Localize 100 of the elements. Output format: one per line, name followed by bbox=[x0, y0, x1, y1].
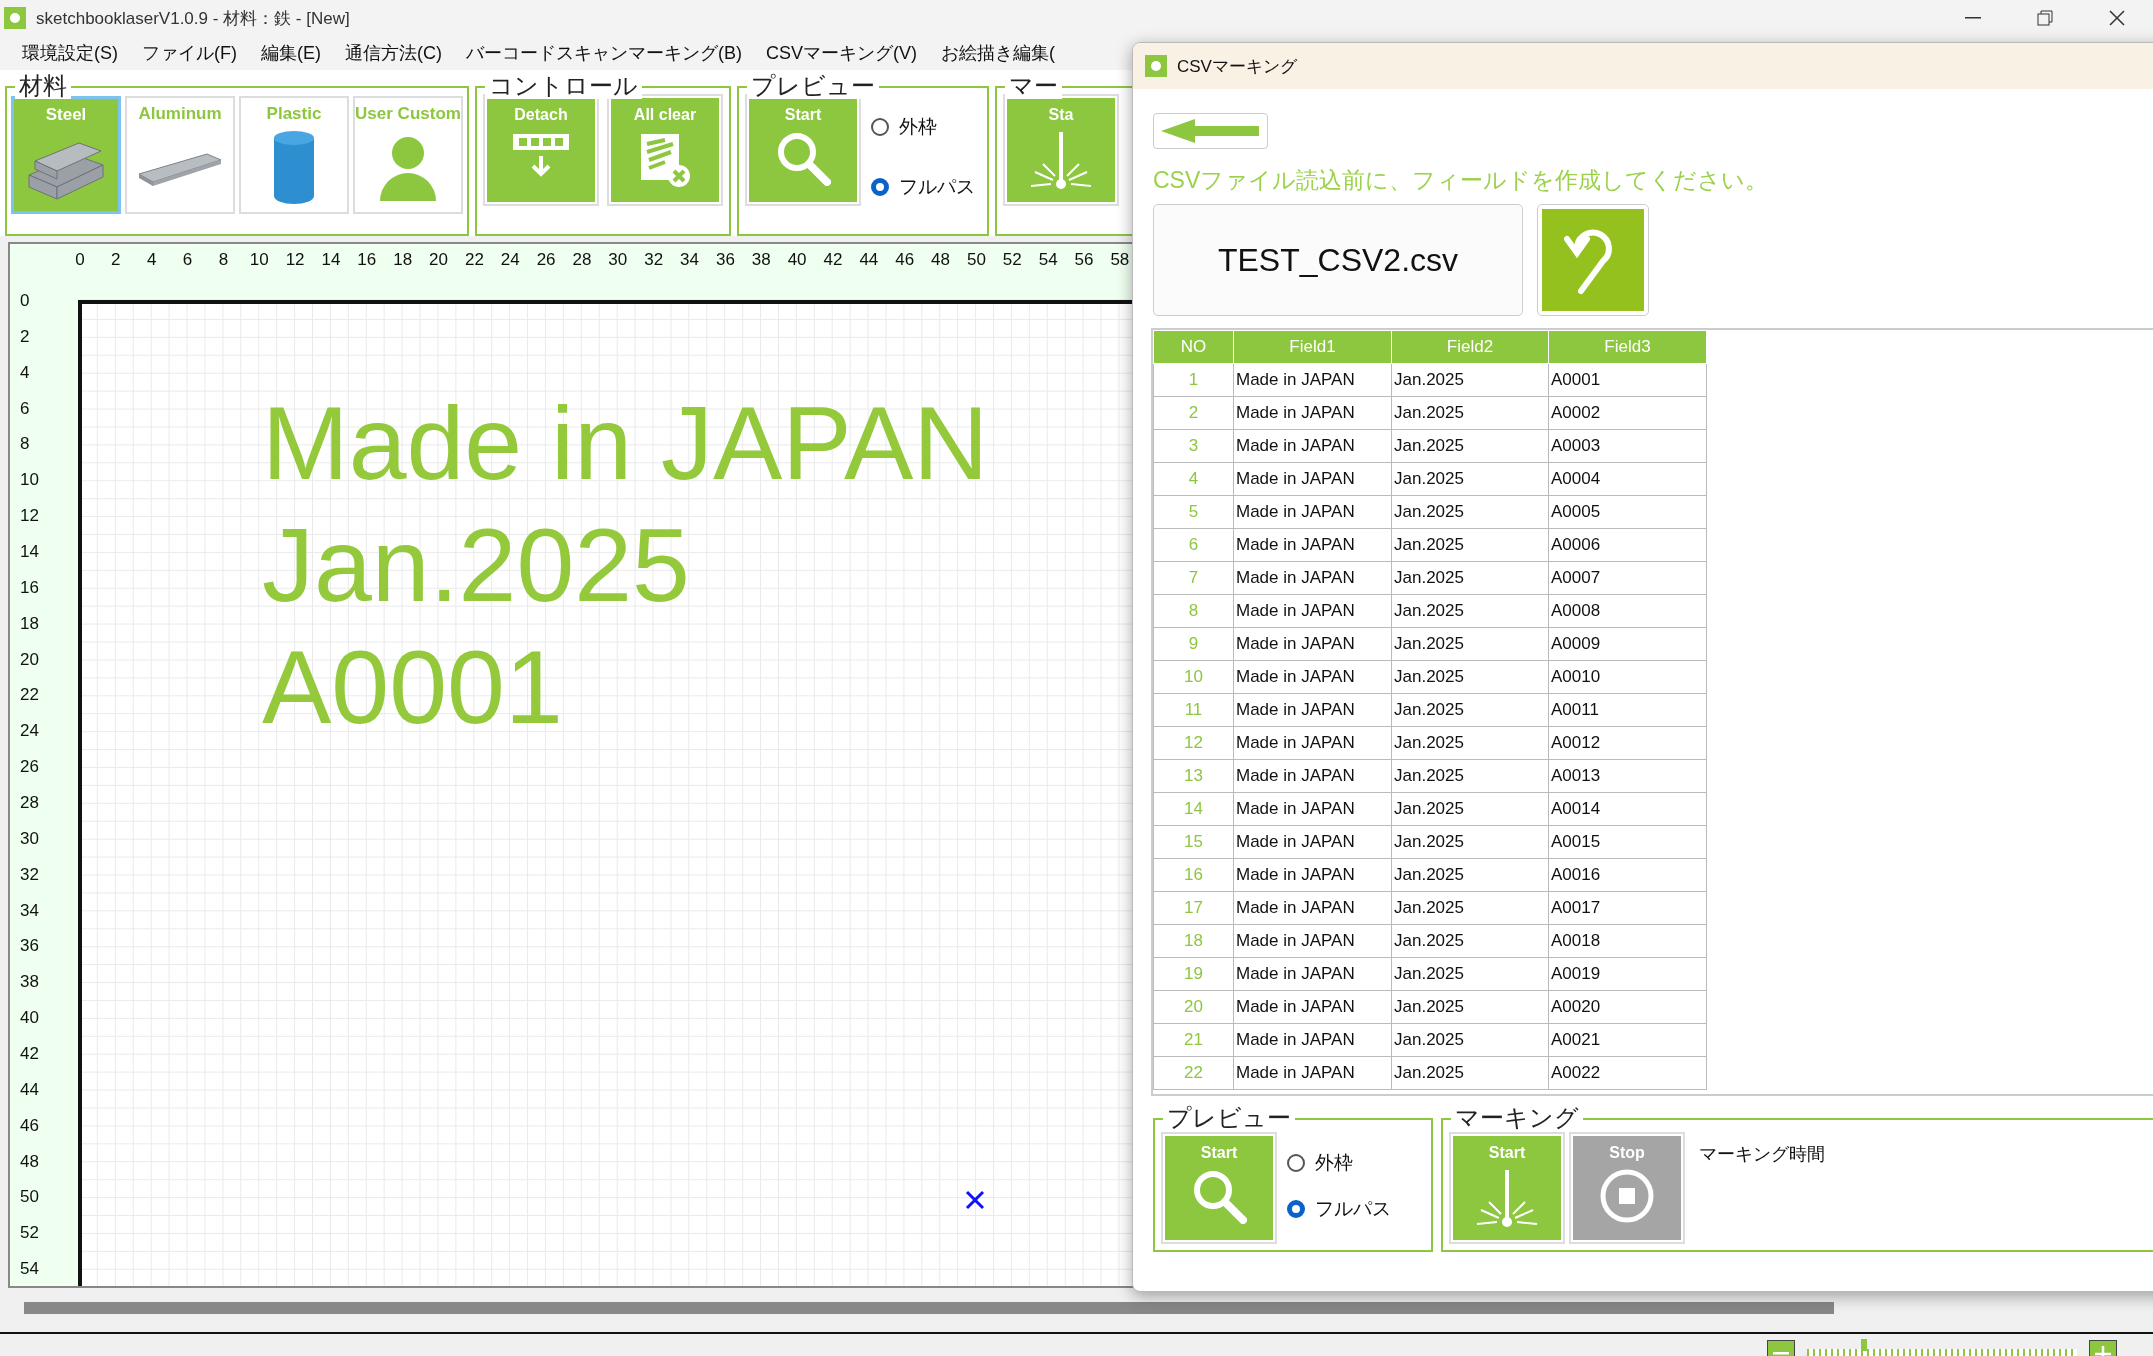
table-cell: 19 bbox=[1153, 957, 1234, 991]
table-cell: Made in JAPAN bbox=[1233, 660, 1392, 694]
table-cell: Jan.2025 bbox=[1391, 792, 1549, 826]
table-cell: A0017 bbox=[1548, 891, 1707, 925]
group-label: 材料 bbox=[15, 73, 71, 99]
ruler-label: 0 bbox=[19, 289, 31, 312]
ruler-label: 28 bbox=[19, 791, 40, 814]
ruler-label: 52 bbox=[1001, 250, 1023, 271]
ruler-label: 6 bbox=[181, 250, 194, 271]
menu-item[interactable]: 編集(E) bbox=[249, 41, 333, 65]
ruler-label: 2 bbox=[110, 250, 122, 271]
table-cell: Jan.2025 bbox=[1391, 495, 1549, 529]
table-cell: A0018 bbox=[1548, 924, 1707, 958]
table-cell: 14 bbox=[1153, 792, 1234, 826]
ruler-label: 52 bbox=[19, 1222, 40, 1245]
menu-item[interactable]: ファイル(F) bbox=[130, 41, 249, 65]
column-header[interactable]: Field3 bbox=[1548, 330, 1707, 364]
ruler-label: 54 bbox=[19, 1258, 40, 1281]
ruler-label: 26 bbox=[19, 756, 40, 779]
ruler-label: 10 bbox=[19, 469, 40, 492]
table-cell: 16 bbox=[1153, 858, 1234, 892]
scrollbar-thumb[interactable] bbox=[24, 1302, 1834, 1314]
column-header[interactable]: Field2 bbox=[1391, 330, 1549, 364]
table-cell: 7 bbox=[1153, 561, 1234, 595]
marking-text[interactable]: Made in JAPAN bbox=[262, 382, 989, 504]
file-name-field[interactable]: TEST_CSV2.csv bbox=[1153, 204, 1523, 316]
ruler-label: 44 bbox=[858, 250, 880, 271]
ruler-label: 28 bbox=[571, 250, 593, 271]
menu-item[interactable]: 通信方法(C) bbox=[333, 41, 454, 65]
dialog-title: CSVマーキング bbox=[1177, 55, 1297, 78]
app-logo-icon bbox=[4, 7, 26, 29]
ruler-label: 30 bbox=[19, 827, 40, 850]
radio-button[interactable] bbox=[871, 178, 889, 196]
ruler-label: 16 bbox=[19, 576, 40, 599]
ruler-label: 42 bbox=[822, 250, 844, 271]
ruler-label: 26 bbox=[535, 250, 557, 271]
table-cell: A0003 bbox=[1548, 429, 1707, 463]
column-header[interactable]: NO bbox=[1153, 330, 1234, 364]
ruler-label: 50 bbox=[965, 250, 987, 271]
group-label: プレビュー bbox=[747, 73, 879, 99]
ruler-label: 40 bbox=[19, 1007, 40, 1030]
app-logo-icon bbox=[1145, 55, 1167, 77]
restore-icon[interactable] bbox=[2037, 10, 2053, 26]
ruler-label: 18 bbox=[392, 250, 414, 271]
ruler-label: 6 bbox=[19, 397, 31, 420]
cylinder-icon bbox=[272, 130, 316, 206]
origin-marker-icon bbox=[965, 1190, 985, 1210]
table-cell: Made in JAPAN bbox=[1233, 759, 1392, 793]
ruler-label: 46 bbox=[894, 250, 916, 271]
table-cell: Made in JAPAN bbox=[1233, 858, 1392, 892]
table-cell: Made in JAPAN bbox=[1233, 990, 1392, 1024]
minus-icon bbox=[1773, 1352, 1789, 1356]
ruler-label: 54 bbox=[1037, 250, 1059, 271]
menu-item[interactable]: バーコードスキャンマーキング(B) bbox=[454, 41, 754, 65]
table-cell: Jan.2025 bbox=[1391, 1023, 1549, 1057]
table-cell: A0002 bbox=[1548, 396, 1707, 430]
column-header[interactable]: Field1 bbox=[1233, 330, 1392, 364]
material-tile[interactable]: Plastic bbox=[239, 96, 349, 214]
menu-item[interactable]: CSVマーキング(V) bbox=[754, 41, 929, 65]
table-cell: Jan.2025 bbox=[1391, 990, 1549, 1024]
menu-item[interactable]: 環境設定(S) bbox=[10, 41, 130, 65]
table-cell: Made in JAPAN bbox=[1233, 429, 1392, 463]
ruler-label: 44 bbox=[19, 1078, 40, 1101]
ruler-label: 42 bbox=[19, 1042, 40, 1065]
marking-text[interactable]: Jan.2025 bbox=[262, 504, 690, 626]
search-icon bbox=[1191, 1168, 1247, 1224]
group-label: コントロール bbox=[485, 73, 642, 99]
ruler-label: 34 bbox=[19, 899, 40, 922]
ruler-label: 12 bbox=[19, 505, 40, 528]
slider-thumb[interactable] bbox=[1861, 1339, 1867, 1351]
table-cell: 12 bbox=[1153, 726, 1234, 760]
radio-button[interactable] bbox=[1287, 1154, 1305, 1172]
table-cell: A0015 bbox=[1548, 825, 1707, 859]
table-cell: Jan.2025 bbox=[1391, 660, 1549, 694]
radio-button[interactable] bbox=[1287, 1200, 1305, 1218]
ruler-label: 38 bbox=[750, 250, 772, 271]
table-cell: 18 bbox=[1153, 924, 1234, 958]
table-cell: 6 bbox=[1153, 528, 1234, 562]
menu-item[interactable]: お絵描き編集( bbox=[929, 41, 1067, 65]
table-cell: A0021 bbox=[1548, 1023, 1707, 1057]
material-tile[interactable]: Aluminum bbox=[125, 96, 235, 214]
marking-text[interactable]: A0001 bbox=[262, 626, 563, 748]
close-icon[interactable] bbox=[2109, 10, 2125, 26]
ruler-label: 40 bbox=[786, 250, 808, 271]
radio-label: フルパス bbox=[899, 175, 975, 199]
material-tile[interactable]: User Custom bbox=[353, 96, 463, 214]
radio-label: フルパス bbox=[1315, 1197, 1391, 1221]
group-label: マーキング bbox=[1451, 1105, 1583, 1131]
table-cell: Made in JAPAN bbox=[1233, 363, 1392, 397]
table-cell: Jan.2025 bbox=[1391, 759, 1549, 793]
table-cell: Jan.2025 bbox=[1391, 957, 1549, 991]
ruler-label: 22 bbox=[19, 684, 40, 707]
minimize-icon[interactable] bbox=[1965, 17, 1981, 19]
table-cell: 13 bbox=[1153, 759, 1234, 793]
left-arrow-icon bbox=[1160, 119, 1261, 143]
ruler-label: 18 bbox=[19, 612, 40, 635]
ruler-label: 56 bbox=[1073, 250, 1095, 271]
radio-button[interactable] bbox=[871, 118, 889, 136]
table-cell: Jan.2025 bbox=[1391, 396, 1549, 430]
table-cell: Made in JAPAN bbox=[1233, 726, 1392, 760]
